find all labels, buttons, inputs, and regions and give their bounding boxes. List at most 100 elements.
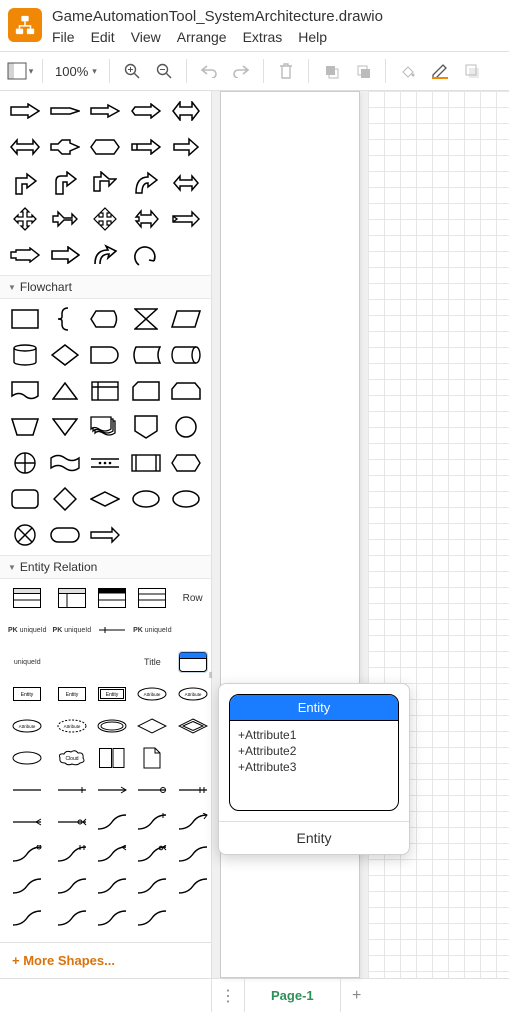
shape-note[interactable]: [97, 747, 127, 769]
shape-entity-selected[interactable]: [178, 651, 208, 673]
shape-parallel[interactable]: [88, 449, 122, 477]
section-flowchart[interactable]: ▼ Flowchart: [0, 275, 211, 299]
shape-arrow[interactable]: [88, 241, 122, 269]
shape-arrow[interactable]: [8, 133, 42, 161]
shape-decision[interactable]: [48, 341, 82, 369]
shape-relationship-double[interactable]: [178, 715, 208, 737]
shape-preparation[interactable]: [169, 449, 203, 477]
shape-transfer[interactable]: [88, 521, 122, 549]
shape-attribute[interactable]: Attribute: [178, 683, 208, 705]
shape-or[interactable]: [8, 449, 42, 477]
shape-database[interactable]: [8, 341, 42, 369]
shape-connector-line[interactable]: [53, 779, 92, 801]
shape-arrow[interactable]: [169, 133, 203, 161]
shape-display[interactable]: [88, 305, 122, 333]
shape-arrow[interactable]: [48, 97, 82, 125]
shape-sum[interactable]: [8, 521, 42, 549]
shape-arrow[interactable]: [48, 133, 82, 161]
delete-button[interactable]: [272, 57, 300, 85]
shape-table[interactable]: [97, 587, 127, 609]
shape-arrow[interactable]: [129, 133, 163, 161]
shape-arrow[interactable]: [169, 97, 203, 125]
add-page-button[interactable]: +: [341, 987, 373, 1005]
shape-connector-curve[interactable]: [53, 843, 92, 865]
shape-arrow[interactable]: [169, 205, 203, 233]
shape-connector-curve[interactable]: [178, 875, 208, 897]
shape-connector-curve[interactable]: [53, 875, 92, 897]
shape-connector-line[interactable]: [53, 811, 92, 833]
shape-terminator[interactable]: [48, 521, 82, 549]
shape-connector-line[interactable]: [97, 779, 127, 801]
redo-button[interactable]: [227, 57, 255, 85]
to-back-button[interactable]: [349, 57, 377, 85]
shape-table[interactable]: [8, 587, 47, 609]
shape-connector-curve[interactable]: [97, 843, 127, 865]
shape-entity-rect[interactable]: Entity: [53, 683, 92, 705]
shape-arrow[interactable]: [129, 169, 163, 197]
shape-pk-row[interactable]: PK uniqueId: [53, 619, 92, 641]
shape-connector-curve[interactable]: [133, 875, 172, 897]
page-tab[interactable]: Page-1: [244, 979, 341, 1012]
zoom-out-button[interactable]: [150, 57, 178, 85]
shape-ellipse[interactable]: [129, 485, 163, 513]
shape-connector-curve[interactable]: [97, 907, 127, 929]
shape-document[interactable]: [8, 377, 42, 405]
shape-row[interactable]: uniqueId: [8, 651, 47, 673]
shape-attribute[interactable]: Attribute: [133, 683, 172, 705]
shape-connector-line[interactable]: [8, 779, 47, 801]
more-shapes-button[interactable]: + More Shapes...: [0, 942, 211, 978]
shape-row-label[interactable]: Row: [178, 587, 208, 609]
shape-connector-line[interactable]: [8, 811, 47, 833]
shape-card[interactable]: [129, 377, 163, 405]
shape-ellipse2[interactable]: [169, 485, 203, 513]
shape-arrow[interactable]: [8, 169, 42, 197]
shape-page[interactable]: [133, 747, 172, 769]
shape-connector-line[interactable]: [133, 779, 172, 801]
fill-color-button[interactable]: [394, 57, 422, 85]
shadow-button[interactable]: [458, 57, 486, 85]
shape-table[interactable]: [133, 587, 172, 609]
shape-offpage[interactable]: [129, 413, 163, 441]
pages-menu-button[interactable]: ⋮: [212, 986, 244, 1006]
shape-connector-curve[interactable]: [53, 907, 92, 929]
line-color-button[interactable]: [426, 57, 454, 85]
menu-file[interactable]: File: [52, 29, 75, 45]
shape-arrow[interactable]: [8, 205, 42, 233]
to-front-button[interactable]: [317, 57, 345, 85]
shape-connector-curve[interactable]: [178, 843, 208, 865]
shape-brace[interactable]: [48, 305, 82, 333]
shape-predefined[interactable]: [129, 449, 163, 477]
shape-sort[interactable]: [48, 485, 82, 513]
shape-pk-row[interactable]: PK uniqueId: [133, 619, 172, 641]
shape-connector-curve[interactable]: [97, 811, 127, 833]
shape-connector-curve[interactable]: [97, 875, 127, 897]
zoom-select[interactable]: 100%▾: [51, 64, 101, 79]
menu-view[interactable]: View: [131, 29, 161, 45]
shape-attribute-dashed[interactable]: Attribute: [53, 715, 92, 737]
shape-start[interactable]: [88, 485, 122, 513]
shape-arrow[interactable]: [129, 97, 163, 125]
shape-data[interactable]: [169, 305, 203, 333]
menu-arrange[interactable]: Arrange: [177, 29, 227, 45]
shape-arrow[interactable]: [48, 169, 82, 197]
shape-arrow[interactable]: [88, 133, 122, 161]
shape-connector[interactable]: [169, 413, 203, 441]
shape-relationship[interactable]: [133, 715, 172, 737]
shape-arrow[interactable]: [8, 241, 42, 269]
shape-connector-curve[interactable]: [133, 907, 172, 929]
shape-connector-curve[interactable]: [133, 811, 172, 833]
shape-entity-double[interactable]: Entity: [97, 683, 127, 705]
shape-arrow[interactable]: [8, 97, 42, 125]
shape-connector-curve[interactable]: [8, 875, 47, 897]
shape-attribute[interactable]: Attribute: [8, 715, 47, 737]
menu-extras[interactable]: Extras: [243, 29, 283, 45]
shape-connector-curve[interactable]: [133, 843, 172, 865]
shape-tape[interactable]: [48, 449, 82, 477]
shape-multi-doc[interactable]: [88, 413, 122, 441]
undo-button[interactable]: [195, 57, 223, 85]
shape-table[interactable]: [53, 587, 92, 609]
document-title[interactable]: GameAutomationTool_SystemArchitecture.dr…: [52, 6, 383, 25]
shape-title[interactable]: Title: [133, 651, 172, 673]
shape-merge[interactable]: [48, 413, 82, 441]
menu-edit[interactable]: Edit: [91, 29, 115, 45]
